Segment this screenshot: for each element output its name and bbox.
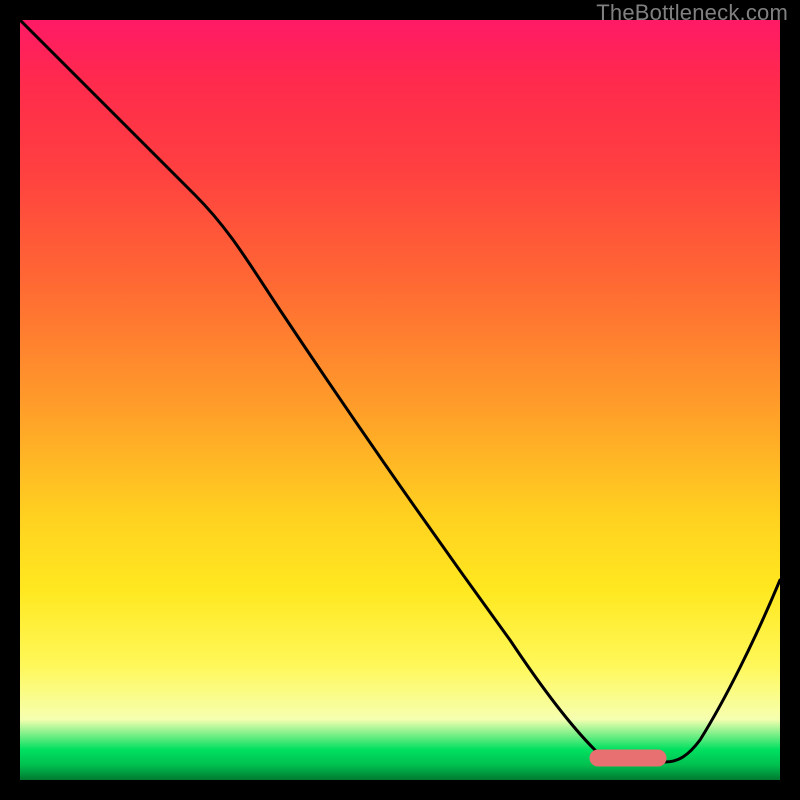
watermark-text: TheBottleneck.com bbox=[596, 0, 788, 26]
chart-canvas: TheBottleneck.com bbox=[0, 0, 800, 800]
plot-area bbox=[20, 20, 780, 780]
bottleneck-curve bbox=[20, 20, 780, 762]
curve-overlay bbox=[20, 20, 780, 780]
sweet-spot-marker bbox=[590, 750, 666, 766]
